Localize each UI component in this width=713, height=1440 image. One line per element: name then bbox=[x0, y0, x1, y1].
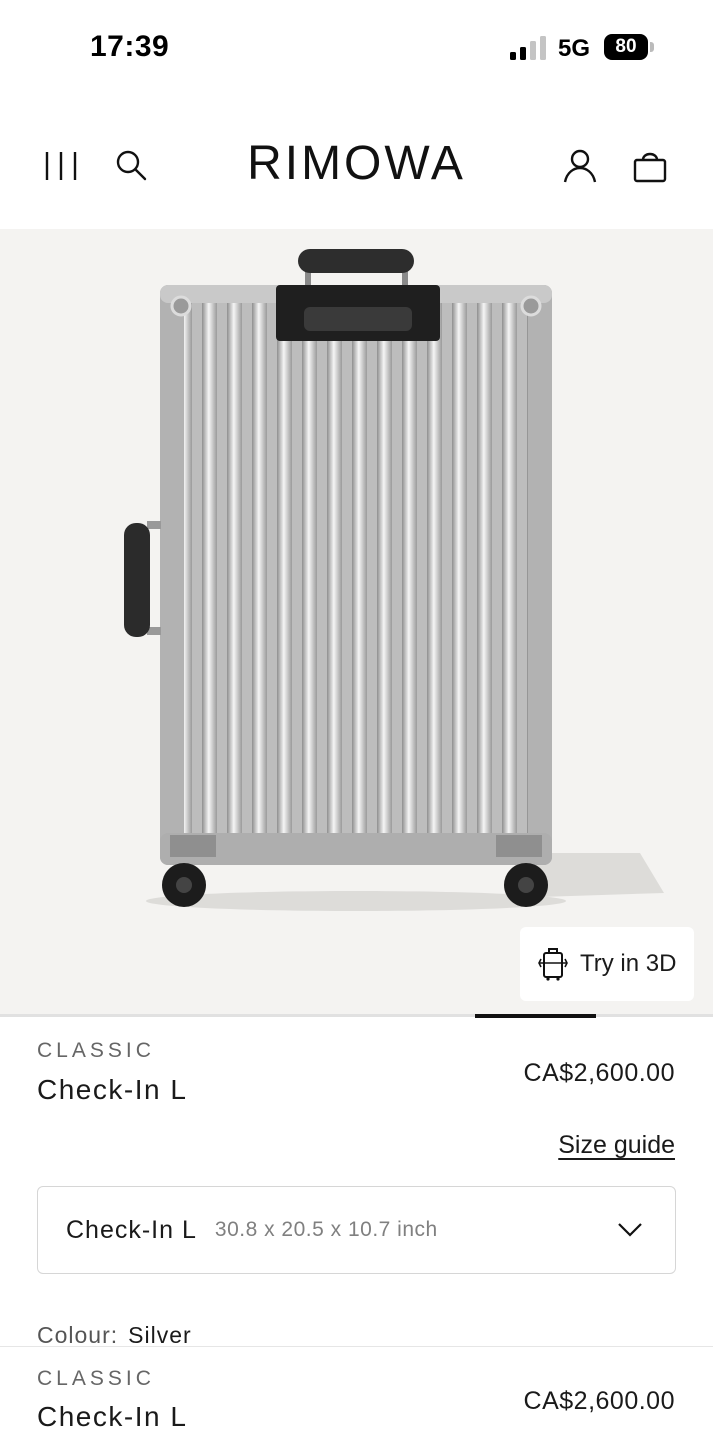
product-price: CA$2,600.00 bbox=[523, 1059, 675, 1087]
gallery-progress-indicator bbox=[475, 1014, 596, 1018]
size-selector[interactable]: Check-In L 30.8 x 20.5 x 10.7 inch bbox=[37, 1186, 676, 1274]
network-type: 5G bbox=[558, 35, 591, 62]
status-bar: 17:39 5G 80 bbox=[0, 0, 713, 96]
brand-logo[interactable]: RIMOWA bbox=[0, 136, 713, 191]
3d-suitcase-icon bbox=[538, 948, 568, 981]
gallery-progress-track bbox=[0, 1014, 713, 1018]
sticky-product-bar: CLASSIC Check-In L CA$2,600.00 bbox=[0, 1346, 713, 1440]
size-selector-dimensions: 30.8 x 20.5 x 10.7 inch bbox=[214, 1218, 438, 1241]
signal-strength-icon bbox=[510, 36, 546, 60]
status-time: 17:39 bbox=[90, 30, 170, 63]
account-icon[interactable] bbox=[562, 148, 598, 184]
colour-label: Colour: bbox=[37, 1322, 119, 1348]
try-in-3d-button[interactable]: Try in 3D bbox=[520, 927, 694, 1001]
product-name: Check-In L bbox=[37, 1074, 188, 1105]
sticky-price: CA$2,600.00 bbox=[523, 1387, 675, 1415]
shopping-bag-icon[interactable] bbox=[632, 148, 668, 184]
colour-value: Silver bbox=[128, 1322, 192, 1348]
battery-level: 80 bbox=[604, 34, 648, 60]
size-selector-name: Check-In L bbox=[66, 1215, 197, 1244]
battery-icon: 80 bbox=[604, 34, 654, 60]
try-in-3d-label: Try in 3D bbox=[580, 950, 677, 977]
sticky-product-name: Check-In L bbox=[37, 1401, 188, 1432]
product-image-suitcase[interactable] bbox=[0, 229, 713, 1017]
sticky-collection: CLASSIC bbox=[37, 1367, 155, 1390]
battery-tip bbox=[650, 42, 654, 52]
site-header: RIMOWA bbox=[0, 96, 713, 230]
colour-row: Colour: Silver bbox=[37, 1322, 192, 1349]
chevron-down-icon bbox=[618, 1223, 642, 1237]
size-guide-link[interactable]: Size guide bbox=[558, 1131, 675, 1160]
product-gallery[interactable]: Try in 3D bbox=[0, 229, 713, 1017]
product-collection: CLASSIC bbox=[37, 1039, 155, 1062]
